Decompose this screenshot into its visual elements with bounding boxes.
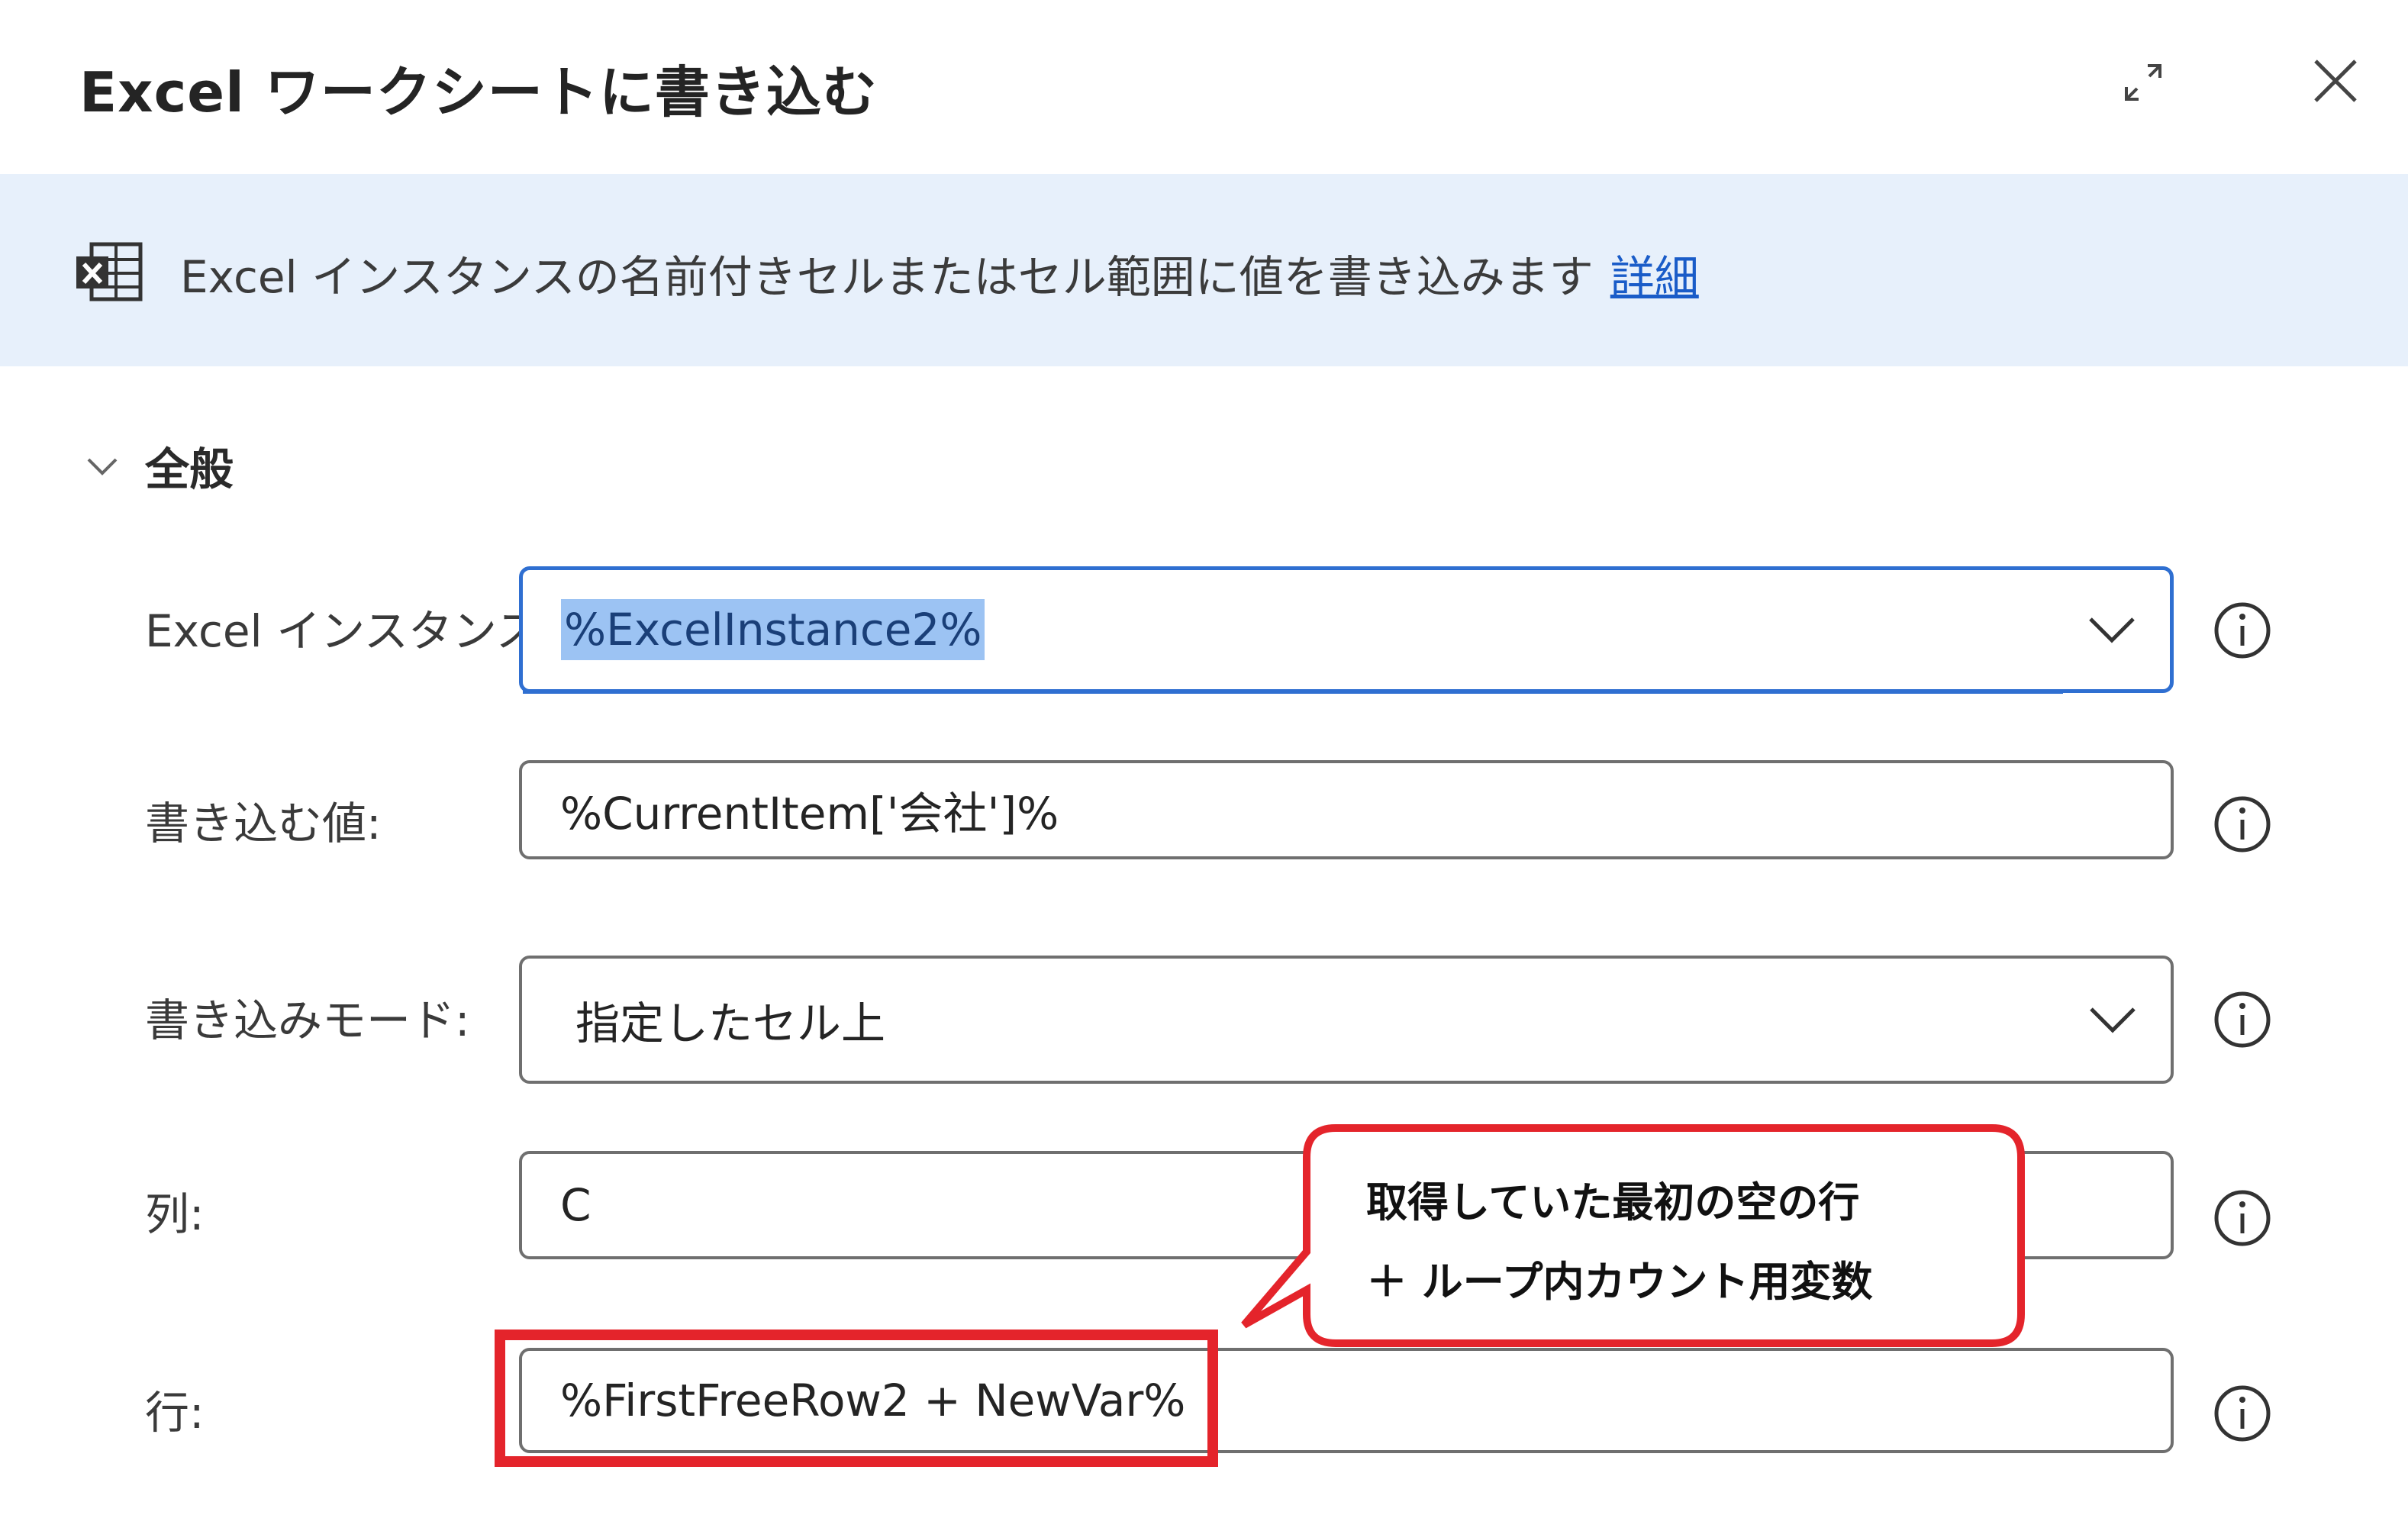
write-mode-label: 書き込みモード: (145, 994, 470, 1046)
info-icon[interactable] (2212, 1383, 2273, 1444)
row-label: 行: (145, 1387, 205, 1439)
section-label: 全般 (145, 443, 234, 495)
excel-instance-value: %ExcelInstance2% (561, 599, 985, 660)
write-value-label: 書き込む値: (145, 798, 382, 849)
write-mode-value: 指定したセル上 (575, 998, 886, 1049)
column-value: C (560, 1179, 592, 1231)
callout-line-1: 取得していた最初の空の行 (1366, 1178, 1860, 1226)
close-icon[interactable] (2308, 53, 2363, 108)
info-icon[interactable] (2212, 794, 2273, 855)
info-icon[interactable] (2212, 989, 2273, 1050)
banner-description: Excel インスタンスの名前付きセルまたはセル範囲に値を書き込みます 詳細 (180, 241, 1699, 305)
chevron-down-icon (2090, 1007, 2136, 1033)
row-value: %FirstFreeRow2 + NewVar% (560, 1375, 1186, 1426)
excel-instance-label: Excel インスタンス: (145, 605, 556, 657)
row-input[interactable]: %FirstFreeRow2 + NewVar% (519, 1348, 2174, 1453)
column-label: 列: (145, 1188, 205, 1240)
excel-instance-dropdown[interactable]: %ExcelInstance2% (519, 566, 2174, 694)
banner-text: Excel インスタンスの名前付きセルまたはセル範囲に値を書き込みます (180, 251, 1594, 303)
write-value-text: %CurrentItem['会社']% (560, 788, 1059, 840)
annotation-callout: 取得していた最初の空の行 ＋ ループ内カウント用変数 (1236, 1114, 2030, 1359)
chevron-down-icon (87, 458, 118, 475)
info-icon[interactable] (2212, 600, 2273, 661)
write-mode-dropdown[interactable]: 指定したセル上 (519, 956, 2174, 1084)
callout-text: 取得していた最初の空の行 ＋ ループ内カウント用変数 (1366, 1163, 1873, 1322)
excel-icon (76, 242, 143, 301)
info-icon[interactable] (2212, 1188, 2273, 1249)
section-general-toggle[interactable]: 全般 (84, 435, 234, 496)
write-value-input[interactable]: %CurrentItem['会社']% (519, 760, 2174, 859)
dialog-title: Excel ワークシートに書き込む (79, 60, 878, 124)
expand-icon[interactable] (2119, 58, 2168, 107)
details-link[interactable]: 詳細 (1610, 251, 1699, 303)
chevron-down-icon (2089, 617, 2135, 643)
focus-underline (523, 689, 2063, 694)
callout-line-2: ＋ ループ内カウント用変数 (1366, 1258, 1873, 1306)
dialog-header: Excel ワークシートに書き込む (0, 0, 2408, 174)
